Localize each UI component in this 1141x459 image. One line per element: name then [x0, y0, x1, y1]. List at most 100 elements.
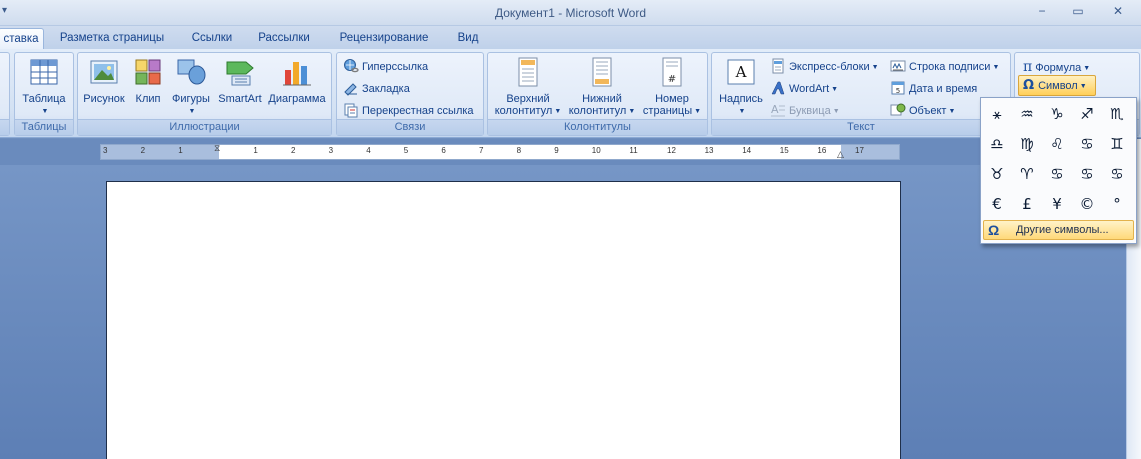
tab-view[interactable]: Вид: [450, 28, 486, 49]
table-label: Таблица: [22, 93, 66, 105]
smartart-button[interactable]: SmartArt: [215, 56, 265, 105]
dropcap-button[interactable]: A Буквица ▼: [770, 102, 840, 120]
symbol-cell[interactable]: ♏: [1103, 100, 1131, 128]
ribbon-tabs: ставка Разметка страницы Ссылки Рассылки…: [0, 26, 1141, 49]
ruler-tick: 9: [554, 146, 559, 155]
svg-text:A: A: [771, 103, 779, 116]
symbol-cell[interactable]: €: [983, 190, 1011, 218]
picture-button[interactable]: Рисунок: [81, 56, 127, 105]
ruler-tick: 3: [328, 146, 334, 155]
chevron-down-icon: ▼: [948, 108, 956, 115]
horizontal-ruler[interactable]: 3 2 1 1 2 3 4 5 6 7 8 9 10 11 12 13 14 15 16 17 ⧖ △: [100, 143, 900, 160]
chevron-down-icon: ▼: [871, 64, 879, 71]
ruler-tick: 1: [253, 146, 258, 155]
object-label: Объект: [909, 105, 947, 117]
footer-label-1: Нижний: [582, 93, 622, 105]
chart-icon: [283, 62, 311, 86]
textbox-button[interactable]: A Надпись ▼: [715, 56, 767, 118]
ruler-tick: 1: [178, 146, 183, 155]
footer-button[interactable]: Нижний колонтитул ▼: [565, 56, 639, 118]
chevron-down-icon: ▼: [188, 108, 196, 115]
dropcap-label: Буквица: [789, 105, 831, 117]
symbol-cell[interactable]: °: [1103, 190, 1131, 218]
ruler-tick: 4: [366, 146, 371, 155]
ruler-tick: 2: [140, 146, 146, 155]
shapes-button[interactable]: Фигуры ▼: [168, 56, 214, 118]
symbol-button[interactable]: Ω Символ ▼: [1018, 75, 1096, 96]
symbol-cell[interactable]: ¥: [1043, 190, 1071, 218]
page-number-button[interactable]: # Номер страницы ▼: [639, 56, 705, 118]
symbol-cell[interactable]: ♌: [1043, 130, 1071, 158]
document-page[interactable]: [106, 181, 901, 459]
symbol-cell[interactable]: ♋: [1103, 160, 1131, 188]
group-label-illustrations: Иллюстрации: [78, 119, 331, 135]
header-button[interactable]: Верхний колонтитул ▼: [492, 56, 564, 118]
date-time-button[interactable]: 5 Дата и время: [890, 80, 977, 98]
quickparts-label: Экспресс-блоки: [789, 61, 870, 73]
crossref-button[interactable]: Перекрестная ссылка: [343, 102, 474, 120]
bookmark-button[interactable]: Закладка: [343, 80, 410, 98]
clip-button[interactable]: Клип: [131, 56, 165, 105]
tab-insert[interactable]: ставка: [0, 28, 44, 49]
symbol-cell[interactable]: ♒: [1013, 100, 1041, 128]
svg-text:#: #: [668, 74, 676, 85]
ruler-tick: 7: [479, 146, 484, 155]
symbol-cell[interactable]: ♋: [1043, 160, 1071, 188]
maximize-button[interactable]: ▭: [1064, 2, 1092, 22]
wordart-button[interactable]: WordArt ▼: [770, 80, 838, 98]
group-label-text: Текст: [712, 119, 1010, 135]
symbol-cell[interactable]: ♉: [983, 160, 1011, 188]
ruler-tick: 11: [629, 146, 638, 155]
chevron-down-icon: ▼: [1079, 83, 1087, 90]
page-number-label-2: страницы: [642, 105, 693, 117]
symbol-cell[interactable]: ♊: [1103, 130, 1131, 158]
indent-marker-icon[interactable]: ⧖: [214, 143, 220, 154]
globe-link-icon: [344, 59, 359, 73]
ruler-tick: 16: [817, 146, 827, 155]
object-button[interactable]: Объект ▼: [890, 102, 955, 120]
group-label-tables: Таблицы: [15, 119, 73, 135]
chart-button[interactable]: Диаграмма: [266, 56, 328, 105]
tab-references[interactable]: Ссылки: [183, 28, 241, 49]
footer-icon: [592, 57, 612, 87]
ruler-tick: 15: [779, 146, 789, 155]
tab-review[interactable]: Рецензирование: [332, 28, 436, 49]
symbol-cell[interactable]: £: [1013, 190, 1041, 218]
symbol-cell[interactable]: ♎: [983, 130, 1011, 158]
table-icon: [30, 59, 58, 85]
symbol-cell[interactable]: ♈: [1013, 160, 1041, 188]
wordart-icon: [771, 81, 785, 95]
close-button[interactable]: ✕: [1104, 2, 1132, 22]
hyperlink-button[interactable]: Гиперссылка: [343, 58, 428, 76]
clipart-icon: [135, 59, 161, 85]
quickparts-button[interactable]: Экспресс-блоки ▼: [770, 58, 879, 76]
symbol-cell[interactable]: ♍: [1013, 130, 1041, 158]
equation-button[interactable]: π Формула ▼: [1023, 58, 1090, 76]
symbol-cell[interactable]: ⚹: [983, 100, 1011, 128]
ruler-tick: 12: [667, 146, 676, 155]
ruler-tick: 10: [591, 146, 601, 155]
ruler-tick: 17: [855, 146, 864, 155]
picture-label: Рисунок: [83, 93, 125, 105]
chevron-down-icon: ▼: [1083, 65, 1091, 72]
drop-cap-icon: A: [771, 103, 785, 117]
table-button[interactable]: Таблица ▼: [19, 56, 69, 118]
calendar-icon: 5: [891, 81, 905, 95]
chevron-down-icon: ▼: [41, 108, 49, 115]
signature-line-button[interactable]: Строка подписи ▼: [890, 58, 999, 76]
group-label-links: Связи: [337, 119, 483, 135]
symbol-cell[interactable]: ♐: [1073, 100, 1101, 128]
symbol-cell[interactable]: ©: [1073, 190, 1101, 218]
symbol-cell[interactable]: ♑: [1043, 100, 1071, 128]
tab-mailings[interactable]: Рассылки: [252, 28, 316, 49]
page-number-icon: #: [662, 57, 682, 87]
tab-page-layout[interactable]: Разметка страницы: [53, 28, 171, 49]
window-title: Документ1 - Microsoft Word: [494, 6, 647, 20]
omega-icon: Ω: [988, 222, 1000, 238]
equation-label: Формула: [1035, 62, 1082, 74]
minimize-button[interactable]: −: [1028, 2, 1056, 22]
right-indent-marker-icon[interactable]: △: [837, 149, 844, 160]
symbol-cell[interactable]: ♋: [1073, 160, 1101, 188]
more-symbols-button[interactable]: Ω Другие символы...: [983, 220, 1134, 240]
symbol-cell[interactable]: ♋: [1073, 130, 1101, 158]
